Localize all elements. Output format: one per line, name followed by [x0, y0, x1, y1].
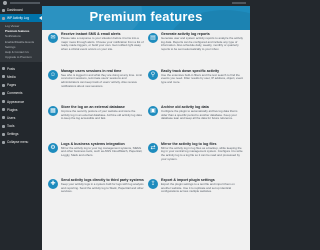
feature-description: Improve the security posture of your web… [61, 109, 142, 121]
feature-card: ⇄ Mirror the activity log to log files Mir… [148, 142, 244, 179]
feature-description: Configure the plugin to automatically ar… [161, 109, 238, 121]
admin-bar-site-menu[interactable] [10, 2, 40, 4]
sidebar-item-collapse-menu[interactable]: Collapse menu [0, 138, 42, 146]
feature-body: Manage users sessions in real time See wh… [61, 69, 144, 89]
sidebar-item-settings[interactable]: Settings [0, 130, 42, 138]
main-content: Premium features ✉ Receive instant SMS & … [42, 6, 250, 250]
feature-description: Generate user and system activity report… [161, 36, 243, 52]
menu-icon [2, 75, 5, 79]
feature-card: ✚ Send activity logs directly to third pa… [48, 178, 144, 215]
sidebar-item-comments[interactable]: Comments [0, 89, 42, 97]
feature-body: Archive old activity log data Configure t… [161, 105, 244, 121]
email-icon: ✉ [48, 33, 58, 43]
sidebar-item-posts[interactable]: Posts [0, 65, 42, 73]
feature-body: Receive instant SMS & email alerts Please… [61, 32, 144, 52]
menu-icon [2, 67, 5, 71]
sidebar-item-label: Plugins [7, 107, 18, 112]
sidebar-item-users[interactable]: Users [0, 114, 42, 122]
wp-admin-screen: Dashboard WP Activity Log Log Viewer Premiu… [0, 0, 250, 250]
feature-card: ▣ Archive old activity log data Configure … [148, 105, 244, 142]
integrations-icon: ⚙ [48, 142, 58, 153]
feature-body: Easily track down specific activity Use t… [161, 69, 244, 85]
menu-icon [2, 116, 5, 120]
sidebar-item-plugins[interactable]: Plugins [0, 106, 42, 114]
menu-icon [2, 91, 5, 95]
feature-description: Export the plugin settings to a text fil… [161, 182, 235, 194]
mirror-icon: ⇄ [148, 142, 158, 153]
sidebar-item-tools[interactable]: Tools [0, 122, 42, 130]
sidebar-item-dashboard[interactable]: Dashboard [0, 6, 42, 14]
sidebar-item-label: Appearance [7, 99, 25, 104]
menu-icon [2, 140, 5, 144]
menu-icon [2, 83, 5, 87]
submenu-item-upgrade-to-premium[interactable]: Upgrade to Premium [0, 55, 42, 60]
search-icon: ⚲ [148, 69, 158, 80]
sidebar-item-label: WP Activity Log [7, 16, 30, 21]
feature-body: Mirror the activity log to log files Mirr… [161, 142, 244, 162]
feature-description: Use the extensive built-in filters and t… [161, 72, 244, 84]
sidebar-item-label: Tools [7, 124, 15, 129]
sidebar-item-pages[interactable]: Pages [0, 81, 42, 89]
sidebar-item-label: Settings [7, 132, 19, 137]
sidebar-item-label: Dashboard [7, 8, 23, 13]
menu-icon [2, 124, 5, 128]
features-grid: ✉ Receive instant SMS & email alerts Pleas… [48, 32, 248, 215]
feature-body: Store the log on an external database Imp… [61, 105, 144, 121]
menu-icon [2, 100, 5, 104]
feature-description: Mirror the activity log to your log mana… [61, 145, 143, 157]
feature-card: ⇪ Export & import plugin settings Export t… [148, 178, 244, 215]
admin-sidebar: Dashboard WP Activity Log Log Viewer Premiu… [0, 6, 42, 250]
sidebar-item-label: Pages [7, 83, 17, 88]
sidebar-item-wp-activity-log[interactable]: WP Activity Log [0, 14, 42, 23]
feature-body: Send activity logs directly to third par… [61, 178, 144, 194]
feature-card: ✉ Receive instant SMS & email alerts Pleas… [48, 32, 144, 69]
sessions-icon: ☺ [48, 69, 58, 80]
premium-banner: Premium features [42, 6, 250, 30]
admin-bar-account-menu[interactable] [232, 2, 246, 4]
sidebar-item-label: Users [7, 115, 16, 120]
menu-icon [2, 8, 5, 12]
sidebar-item-label: Collapse menu [7, 140, 29, 145]
third-party-icon: ✚ [48, 179, 58, 189]
feature-body: Logs & business systems integration Mirro… [61, 142, 144, 158]
menu-icon [2, 16, 5, 20]
sidebar-item-label: Media [7, 74, 16, 79]
wordpress-logo-icon[interactable] [3, 1, 7, 5]
database-icon: ▦ [48, 106, 58, 116]
feature-description: See who is logged in and what they are d… [61, 72, 142, 88]
feature-card: ⚲ Easily track down specific activity Use … [148, 69, 244, 106]
feature-card: ▦ Store the log on an external database Im… [48, 105, 144, 142]
feature-card: ⚙ Logs & business systems integration Mirr… [48, 142, 144, 179]
page-title: Premium features [89, 9, 203, 24]
reports-icon: ▤ [148, 33, 158, 43]
feature-description: Please take a response to your situation… [61, 36, 144, 52]
menu-icon [2, 108, 5, 112]
menu-icon [2, 132, 5, 136]
sidebar-item-label: Comments [7, 91, 23, 96]
feature-card: ☺ Manage users sessions in real time See w… [48, 69, 144, 106]
export-icon: ⇪ [148, 179, 158, 189]
sidebar-item-media[interactable]: Media [0, 73, 42, 81]
sidebar-item-appearance[interactable]: Appearance [0, 97, 42, 105]
archive-icon: ▣ [148, 106, 158, 116]
feature-description: Mirror the activity log in log files as … [161, 145, 243, 161]
feature-body: Generate activity log reports Generate us… [161, 32, 244, 52]
feature-description: Keep your activity logs in a system buil… [61, 182, 144, 194]
feature-body: Export & import plugin settings Export th… [161, 178, 244, 194]
feature-card: ▤ Generate activity log reports Generate u… [148, 32, 244, 69]
activity-log-submenu: Log Viewer Premium features Notifications E… [0, 22, 42, 62]
sidebar-item-label: Posts [7, 66, 15, 71]
